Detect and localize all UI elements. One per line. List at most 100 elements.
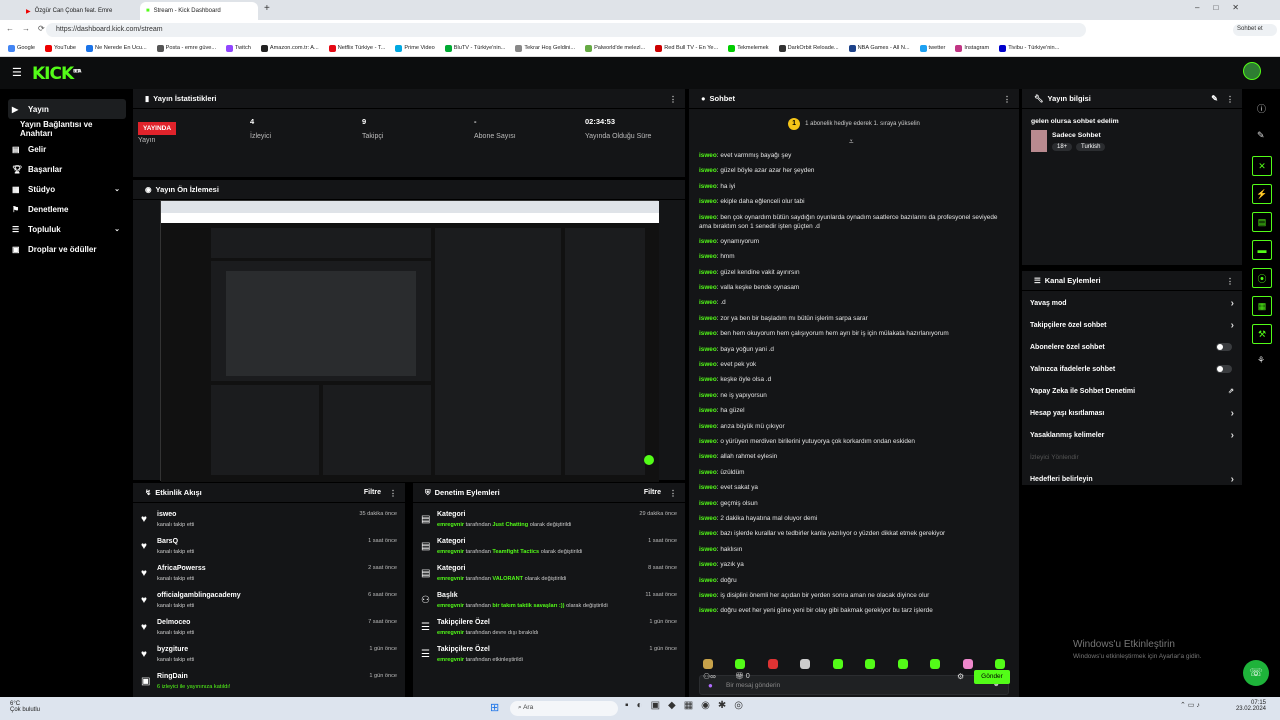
taskbar-app-icons[interactable]: ▪◐▣◆▦◉✱◎ (625, 700, 751, 711)
pinned-gift-banner[interactable]: 1 1 abonelik hediye ederek 1. sıraya yüks… (689, 115, 1019, 133)
activity-row[interactable]: ♥ BarsQ kanalı takip etti 1 saat önce (141, 536, 397, 562)
chat-username[interactable]: isweo (699, 376, 717, 383)
chat-username[interactable]: isweo (699, 500, 717, 507)
chat-username[interactable]: isweo (699, 238, 717, 245)
mic-icon[interactable]: ● (708, 681, 713, 690)
link-icon[interactable]: ⚘ (1257, 355, 1265, 366)
clock[interactable]: 07:15 23.02.2024 (1226, 700, 1266, 712)
grid-icon[interactable]: ▦ (1252, 296, 1272, 316)
emote-icon[interactable] (735, 659, 746, 669)
sidebar-item-0[interactable]: ▶ Yayın (8, 99, 126, 119)
chat-username[interactable]: isweo (699, 346, 717, 353)
moderation-row[interactable]: ▤ Kategori emregvnir tarafından Teamfight … (421, 536, 677, 562)
chat-username[interactable]: isweo (699, 284, 717, 291)
close-icon[interactable]: ✕ (1252, 156, 1272, 176)
chat-username[interactable]: isweo (699, 607, 717, 614)
activity-row[interactable]: ♥ AfricaPowerss kanalı takip etti 2 saat ön… (141, 563, 397, 589)
activity-row[interactable]: ♥ byzgiture kanalı takip etti 1 gün önce (141, 644, 397, 670)
more-icon[interactable]: ⋮ (389, 489, 397, 498)
broadcast-icon[interactable]: ⦿ (1252, 268, 1272, 288)
chat-username[interactable]: isweo (699, 577, 717, 584)
chat-username[interactable]: isweo (699, 183, 717, 190)
menu-icon[interactable]: ☰ (12, 66, 22, 79)
activity-row[interactable]: ♥ isweo kanalı takip etti 35 dakika önce (141, 509, 397, 535)
moderation-row[interactable]: ⚇ Başlık emregvnir tarafından bir takım ta… (421, 590, 677, 616)
chat-username[interactable]: isweo (699, 423, 717, 430)
chat-username[interactable]: isweo (699, 299, 717, 306)
bookmark-item[interactable]: Twitch (226, 44, 251, 52)
chat-username[interactable]: isweo (699, 530, 717, 537)
sidebar-item-1[interactable]: Yayın Bağlantısı ve Anahtarı (8, 119, 126, 139)
bookmark-item[interactable]: Posta - emre güve... (156, 44, 216, 52)
emote-icon[interactable] (832, 659, 843, 669)
chat-username[interactable]: isweo (699, 469, 717, 476)
chat-username[interactable]: isweo (699, 152, 717, 159)
sidebar-item-4[interactable]: ▦ Stüdyo ⌄ (8, 179, 126, 199)
browser-tab-youtube[interactable]: ▶ Özgür Can Çoban feat. Emre (20, 2, 138, 20)
new-tab-icon[interactable]: + (264, 3, 270, 14)
settings-icon[interactable]: ⚙ (957, 672, 964, 681)
emote-icon[interactable] (897, 659, 908, 669)
toggle-switch[interactable] (1216, 365, 1232, 373)
bookmark-item[interactable]: Red Bull TV - En Ye... (655, 44, 718, 52)
bookmark-item[interactable]: Tekmelemek (728, 44, 769, 52)
bookmark-item[interactable]: DarkOrbit Reloade... (778, 44, 839, 52)
activity-row[interactable]: ▣ RingDain 6 izleyici ile yayınınıza katıl… (141, 671, 397, 697)
emote-icon[interactable] (800, 659, 811, 669)
kick-logo[interactable]: KICKBETA (32, 64, 81, 84)
bookmark-item[interactable]: Netflix Türkiye - T... (328, 44, 385, 52)
sidebar-item-5[interactable]: ⚑ Denetleme (8, 199, 126, 219)
doc-icon[interactable]: ▤ (1252, 212, 1272, 232)
moderation-row[interactable]: ▤ Kategori emregvnir tarafından VALORANT o… (421, 563, 677, 589)
edit-icon[interactable]: ✎ (1211, 94, 1218, 103)
sidebar-item-3[interactable]: 🏆︎ Başarılar (8, 159, 126, 179)
bookmark-item[interactable]: twetter (919, 44, 945, 52)
chat-username[interactable]: isweo (699, 214, 717, 221)
chat-username[interactable]: isweo (699, 484, 717, 491)
activity-row[interactable]: ♥ officialgamblingacademy kanalı takip ett… (141, 590, 397, 616)
bookmark-item[interactable]: Ne Nerede En Ucu... (86, 44, 147, 52)
emote-icon[interactable] (767, 659, 778, 669)
emote-icon[interactable] (962, 659, 973, 669)
channel-action-1[interactable]: Takipçilere özel sohbet › (1030, 317, 1234, 333)
chat-username[interactable]: isweo (699, 561, 717, 568)
channel-action-3[interactable]: Yalnızca ifadelerle sohbet (1030, 361, 1234, 377)
tools-icon[interactable]: ⚒ (1252, 324, 1272, 344)
url-field[interactable]: https://dashboard.kick.com/stream (46, 23, 1086, 37)
chat-icon[interactable]: ▬ (1252, 240, 1272, 260)
more-icon[interactable]: ⋮ (1226, 95, 1234, 104)
bookmark-item[interactable]: BluTV - Türkiye'nin... (444, 44, 505, 52)
moderation-filter-button[interactable]: Filtre (644, 489, 661, 496)
chat-button[interactable]: Sohbet et (1233, 24, 1277, 36)
window-controls[interactable]: –□✕ (1195, 3, 1253, 12)
chat-username[interactable]: isweo (699, 592, 717, 599)
more-icon[interactable]: ⋮ (1003, 95, 1011, 104)
chat-username[interactable]: isweo (699, 315, 717, 322)
info-icon[interactable]: ⓘ (1257, 102, 1266, 115)
chat-username[interactable]: isweo (699, 407, 717, 414)
moderation-row[interactable]: ☰ Takipçilere Özel emregvnir tarafından de… (421, 617, 677, 643)
channel-action-8[interactable]: Hedefleri belirleyin › (1030, 471, 1234, 487)
channel-action-5[interactable]: Hesap yaşı kısıtlaması › (1030, 405, 1234, 421)
pin-icon[interactable]: ⩡ (849, 137, 854, 147)
taskbar-search[interactable]: ⌕ Ara (510, 701, 618, 716)
bookmark-item[interactable]: Palworld'de melezl... (585, 44, 645, 52)
channel-action-6[interactable]: Yasaklanmış kelimeler › (1030, 427, 1234, 443)
bookmark-item[interactable]: Tekrar Hoş Geldini... (515, 44, 575, 52)
bookmark-item[interactable]: YouTube (45, 44, 76, 52)
toggle-switch[interactable] (1216, 343, 1232, 351)
send-button[interactable]: Gönder (974, 670, 1010, 684)
bookmark-item[interactable]: NBA Games - All N... (848, 44, 910, 52)
more-icon[interactable]: ⋮ (1226, 277, 1234, 286)
activity-filter-button[interactable]: Filtre (364, 489, 381, 496)
chat-username[interactable]: isweo (699, 515, 717, 522)
chat-username[interactable]: isweo (699, 253, 717, 260)
emote-icon[interactable] (703, 659, 713, 669)
tray-icons[interactable]: ⌃ ▭ ♪ (1180, 701, 1200, 709)
pen-icon[interactable]: ✎ (1257, 130, 1265, 141)
bookmark-item[interactable]: Google (8, 44, 35, 52)
chat-username[interactable]: isweo (699, 392, 717, 399)
chat-username[interactable]: isweo (699, 269, 717, 276)
emote-icon[interactable] (930, 659, 941, 669)
chat-username[interactable]: isweo (699, 453, 717, 460)
